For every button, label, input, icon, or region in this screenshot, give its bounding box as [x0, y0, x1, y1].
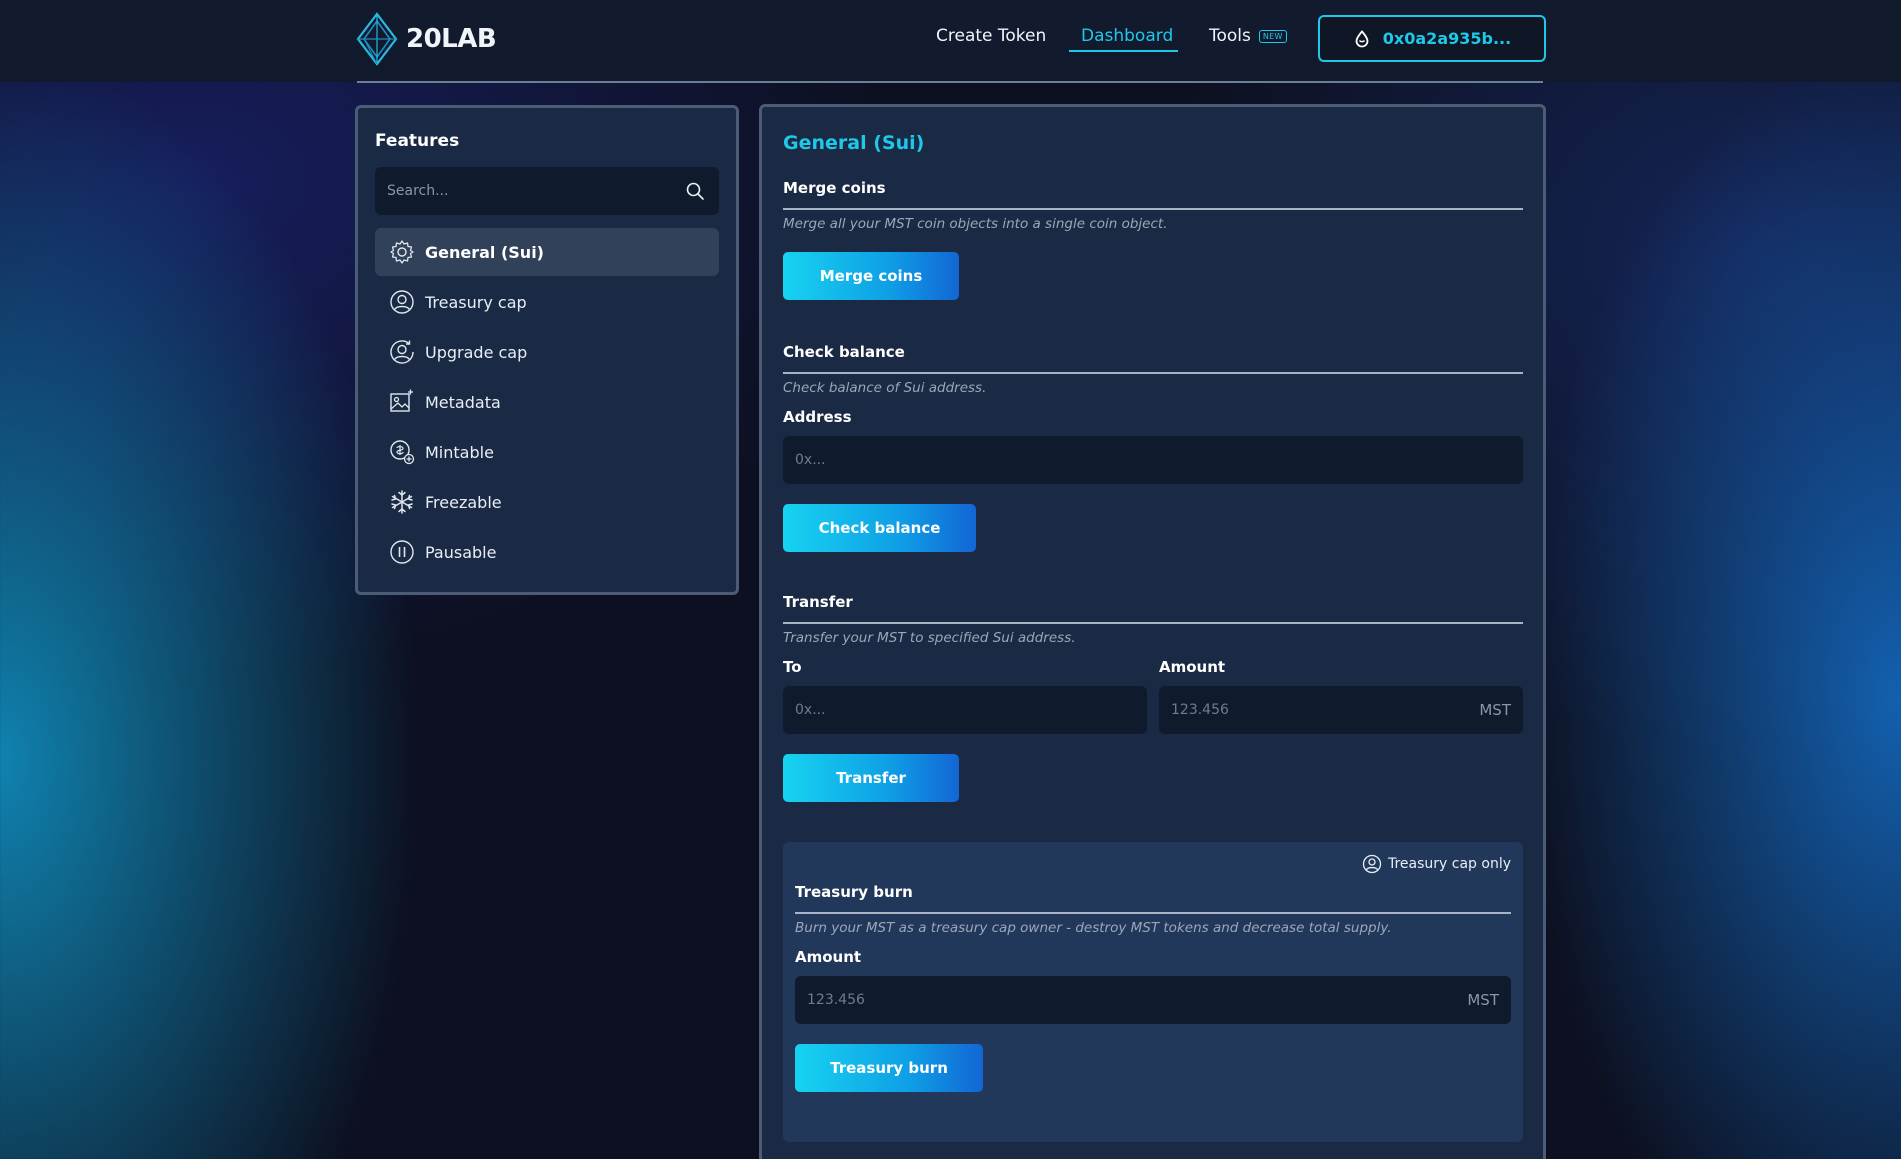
treasury-cap-only-badge: Treasury cap only [1362, 854, 1511, 874]
treasury-burn-section-title: Treasury burn [795, 883, 913, 901]
check-balance-description: Check balance of Sui address. [783, 380, 987, 396]
user-circle-refresh-icon [390, 340, 414, 364]
nav-active-underline [1069, 50, 1178, 52]
address-label: Address [783, 408, 852, 426]
header-divider [357, 81, 1543, 83]
merge-section-title: Merge coins [783, 179, 886, 197]
nav-tools[interactable]: Tools NEW [1209, 26, 1287, 46]
treasury-burn-card: Treasury cap only Treasury burn Burn you… [783, 842, 1523, 1142]
page-title: General (Sui) [783, 132, 925, 154]
wallet-address: 0x0a2a935b... [1382, 29, 1512, 48]
sidebar-item-label: General (Sui) [425, 242, 544, 262]
gear-icon [390, 240, 414, 264]
main-panel: General (Sui) Merge coins Merge all your… [759, 104, 1546, 1159]
amount-unit: MST [1479, 701, 1511, 719]
treasury-amount-input[interactable] [795, 976, 1511, 1024]
sidebar-item-label: Metadata [425, 392, 501, 412]
check-balance-divider [783, 372, 1523, 374]
features-menu: General (Sui) Treasury cap Upgrade cap M… [375, 228, 719, 578]
search-box [375, 167, 719, 215]
merge-coins-button[interactable]: Merge coins [783, 252, 959, 300]
to-address-input[interactable] [783, 686, 1147, 734]
to-field [783, 686, 1147, 734]
badge-label: Treasury cap only [1387, 856, 1511, 872]
sidebar-item-treasury-cap[interactable]: Treasury cap [375, 278, 719, 326]
transfer-description: Transfer your MST to specified Sui addre… [783, 630, 1076, 646]
sidebar-item-label: Pausable [425, 542, 497, 562]
sidebar-item-label: Upgrade cap [425, 342, 528, 362]
sidebar-item-label: Mintable [425, 442, 494, 462]
sidebar-title: Features [375, 131, 460, 151]
amount-label: Amount [1159, 658, 1226, 676]
logo-text: 20LAB [406, 24, 497, 54]
merge-description: Merge all your MST coin objects into a s… [783, 216, 1168, 232]
nav-create-token[interactable]: Create Token [936, 26, 1046, 46]
transfer-button[interactable]: Transfer [783, 754, 959, 802]
address-input[interactable] [783, 436, 1523, 484]
sidebar-item-pausable[interactable]: Pausable [375, 528, 719, 576]
search-icon[interactable] [685, 181, 705, 201]
treasury-amount-label: Amount [795, 948, 862, 966]
treasury-burn-button[interactable]: Treasury burn [795, 1044, 983, 1092]
sidebar-item-general[interactable]: General (Sui) [375, 228, 719, 276]
new-badge: NEW [1258, 29, 1287, 43]
search-input[interactable] [375, 167, 719, 215]
transfer-section-title: Transfer [783, 593, 853, 611]
treasury-burn-description: Burn your MST as a treasury cap owner - … [795, 920, 1392, 936]
transfer-divider [783, 622, 1523, 624]
logo[interactable]: 20LAB [354, 12, 497, 66]
user-circle-icon [1362, 854, 1382, 874]
sidebar-item-label: Treasury cap [425, 292, 527, 312]
to-label: To [783, 658, 802, 676]
snowflake-icon [391, 490, 413, 514]
nav-tools-label: Tools [1209, 26, 1251, 46]
treasury-amount-unit: MST [1467, 991, 1499, 1009]
sidebar-item-freezable[interactable]: Freezable [375, 478, 719, 526]
sidebar-item-label: Freezable [425, 492, 502, 512]
sidebar-item-metadata[interactable]: Metadata [375, 378, 719, 426]
merge-divider [783, 208, 1523, 210]
top-navbar: 20LAB Create Token Dashboard Tools NEW 0… [0, 0, 1901, 82]
amount-field: MST [1159, 686, 1523, 734]
diamond-logo-icon [356, 12, 398, 66]
pause-circle-icon [390, 540, 414, 564]
features-sidebar: Features General (Sui) Treasury cap [355, 105, 739, 595]
treasury-amount-field: MST [795, 976, 1511, 1024]
coin-plus-icon [390, 440, 415, 465]
wallet-button[interactable]: 0x0a2a935b... [1318, 15, 1546, 62]
sui-drop-icon [1355, 29, 1369, 47]
transfer-amount-input[interactable] [1159, 686, 1523, 734]
address-field [783, 436, 1523, 484]
check-balance-button[interactable]: Check balance [783, 504, 976, 552]
sidebar-item-upgrade-cap[interactable]: Upgrade cap [375, 328, 719, 376]
check-balance-section-title: Check balance [783, 343, 905, 361]
image-edit-icon [390, 389, 413, 412]
nav-dashboard[interactable]: Dashboard [1081, 26, 1173, 46]
treasury-burn-divider [795, 912, 1511, 914]
user-circle-icon [390, 290, 414, 314]
sidebar-item-mintable[interactable]: Mintable [375, 428, 719, 476]
